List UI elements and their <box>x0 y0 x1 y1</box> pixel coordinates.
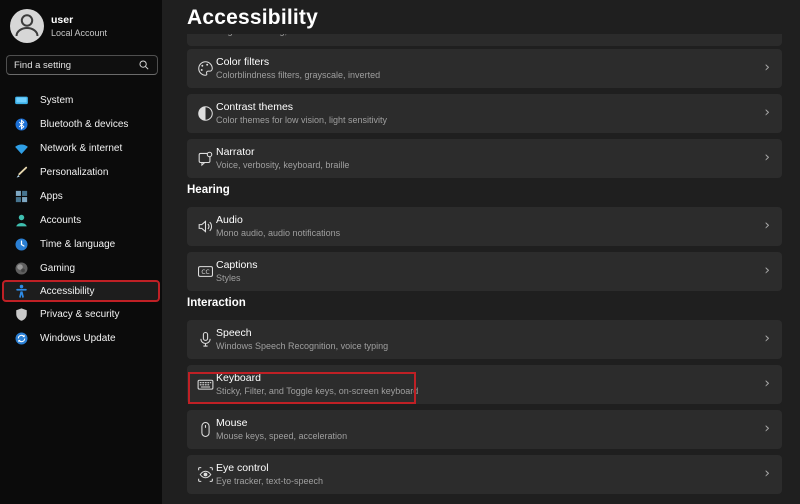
settings-group: Hearing Audio Mono audio, audio notificati… <box>162 184 800 291</box>
apps-icon <box>14 189 29 204</box>
avatar <box>10 9 44 43</box>
sidebar-item-label: Apps <box>40 191 63 202</box>
setting-title: Narrator <box>216 146 255 158</box>
sidebar-item-label: Personalization <box>40 167 108 178</box>
setting-row-color-filters[interactable]: Color filters Colorblindness filters, gra… <box>187 49 782 88</box>
search-placeholder: Find a setting <box>14 60 138 71</box>
setting-row-contrast-themes[interactable]: Contrast themes Color themes for low visi… <box>187 94 782 133</box>
chevron-right-icon: › <box>764 420 770 436</box>
search-input[interactable]: Find a setting <box>6 55 158 75</box>
sidebar-item-accessibility[interactable]: Accessibility <box>2 280 160 302</box>
user-profile[interactable]: user Local Account <box>10 9 107 43</box>
sidebar-item-windows-update[interactable]: Windows Update <box>2 326 160 350</box>
bluetooth-icon <box>14 117 29 132</box>
section-header-hearing: Hearing <box>187 184 782 198</box>
sidebar-item-label: System <box>40 95 73 106</box>
setting-title: Mouse <box>216 417 248 429</box>
chevron-right-icon: › <box>764 104 770 120</box>
sidebar-item-label: Windows Update <box>40 333 116 344</box>
sidebar-item-label: Gaming <box>40 263 75 274</box>
speech-icon <box>196 330 215 349</box>
windows-update-icon <box>14 331 29 346</box>
keyboard-icon <box>196 375 215 394</box>
chevron-right-icon: › <box>764 262 770 278</box>
setting-row-keyboard[interactable]: Keyboard Sticky, Filter, and Toggle keys,… <box>187 365 782 404</box>
setting-subtitle: Mono audio, audio notifications <box>216 228 340 238</box>
setting-subtitle: Windows Speech Recognition, voice typing <box>216 341 388 351</box>
contrast-themes-icon <box>196 104 215 123</box>
setting-subtitle: Colorblindness filters, grayscale, inver… <box>216 70 380 80</box>
sidebar-item-personalization[interactable]: Personalization <box>2 160 160 184</box>
sidebar-item-label: Privacy & security <box>40 309 119 320</box>
sidebar-item-network-internet[interactable]: Network & internet <box>2 136 160 160</box>
audio-icon <box>196 217 215 236</box>
section-header-interaction: Interaction <box>187 297 782 311</box>
eye-control-icon <box>196 465 215 484</box>
setting-title: Eye control <box>216 462 269 474</box>
svg-text:CC: CC <box>201 270 209 276</box>
page-title: Accessibility <box>187 5 800 31</box>
accounts-icon <box>14 213 29 228</box>
time-language-icon <box>14 237 29 252</box>
sidebar-nav: System Bluetooth & devices Network & inter… <box>0 88 162 350</box>
setting-subtitle: Styles <box>216 273 241 283</box>
setting-subtitle: Voice, verbosity, keyboard, braille <box>216 160 349 170</box>
account-type: Local Account <box>51 27 107 39</box>
settings-window: user Local Account Find a setting System… <box>0 0 800 504</box>
chevron-right-icon: › <box>764 330 770 346</box>
sidebar-item-label: Time & language <box>40 239 115 250</box>
mouse-icon <box>196 420 215 439</box>
setting-row-eye-control[interactable]: Eye control Eye tracker, text-to-speech › <box>187 455 782 494</box>
person-icon <box>10 9 44 43</box>
sidebar-item-privacy-security[interactable]: Privacy & security <box>2 302 160 326</box>
setting-row-audio[interactable]: Audio Mono audio, audio notifications › <box>187 207 782 246</box>
setting-row-mouse[interactable]: Mouse Mouse keys, speed, acceleration › <box>187 410 782 449</box>
captions-icon: CC <box>196 262 215 281</box>
sidebar-item-apps[interactable]: Apps <box>2 184 160 208</box>
setting-subtitle: Mouse keys, speed, acceleration <box>216 431 347 441</box>
setting-subtitle: Sticky, Filter, and Toggle keys, on-scre… <box>216 386 418 396</box>
sidebar: user Local Account Find a setting System… <box>0 0 162 504</box>
setting-subtitle: Eye tracker, text-to-speech <box>216 476 323 486</box>
chevron-right-icon: › <box>764 149 770 165</box>
chevron-right-icon: › <box>764 59 770 75</box>
gaming-icon <box>14 261 29 276</box>
setting-title: Contrast themes <box>216 101 293 113</box>
color-filters-icon <box>196 59 215 78</box>
sidebar-item-label: Accessibility <box>40 286 94 297</box>
user-name: user <box>51 14 107 27</box>
partially-scrolled-row[interactable]: Magnifier reading, zoom increment <box>187 34 782 46</box>
sidebar-item-bluetooth-devices[interactable]: Bluetooth & devices <box>2 112 160 136</box>
setting-row-captions[interactable]: CC Captions Styles › <box>187 252 782 291</box>
sidebar-item-label: Bluetooth & devices <box>40 119 128 130</box>
network-icon <box>14 141 29 156</box>
setting-row-speech[interactable]: Speech Windows Speech Recognition, voice … <box>187 320 782 359</box>
search-icon <box>138 59 150 71</box>
sidebar-item-label: Network & internet <box>40 143 122 154</box>
sidebar-item-time-language[interactable]: Time & language <box>2 232 160 256</box>
chevron-right-icon: › <box>764 217 770 233</box>
setting-title: Speech <box>216 327 252 339</box>
personalization-icon <box>14 165 29 180</box>
clipped-row-subtitle: Magnifier reading, zoom increment <box>215 34 354 37</box>
setting-title: Captions <box>216 259 257 271</box>
setting-row-narrator[interactable]: Narrator Voice, verbosity, keyboard, brai… <box>187 139 782 178</box>
sidebar-item-gaming[interactable]: Gaming <box>2 256 160 280</box>
narrator-icon <box>196 149 215 168</box>
chevron-right-icon: › <box>764 465 770 481</box>
privacy-icon <box>14 307 29 322</box>
setting-title: Audio <box>216 214 243 226</box>
settings-group: Color filters Colorblindness filters, gra… <box>162 49 800 178</box>
chevron-right-icon: › <box>764 375 770 391</box>
sidebar-item-label: Accounts <box>40 215 81 226</box>
settings-group: Interaction Speech Windows Speech Recognit… <box>162 297 800 494</box>
setting-title: Color filters <box>216 56 269 68</box>
sidebar-item-accounts[interactable]: Accounts <box>2 208 160 232</box>
system-icon <box>14 93 29 108</box>
accessibility-icon <box>14 284 29 299</box>
setting-subtitle: Color themes for low vision, light sensi… <box>216 115 387 125</box>
setting-title: Keyboard <box>216 372 261 384</box>
main-content: Accessibility Magnifier reading, zoom in… <box>162 0 800 504</box>
sidebar-item-system[interactable]: System <box>2 88 160 112</box>
